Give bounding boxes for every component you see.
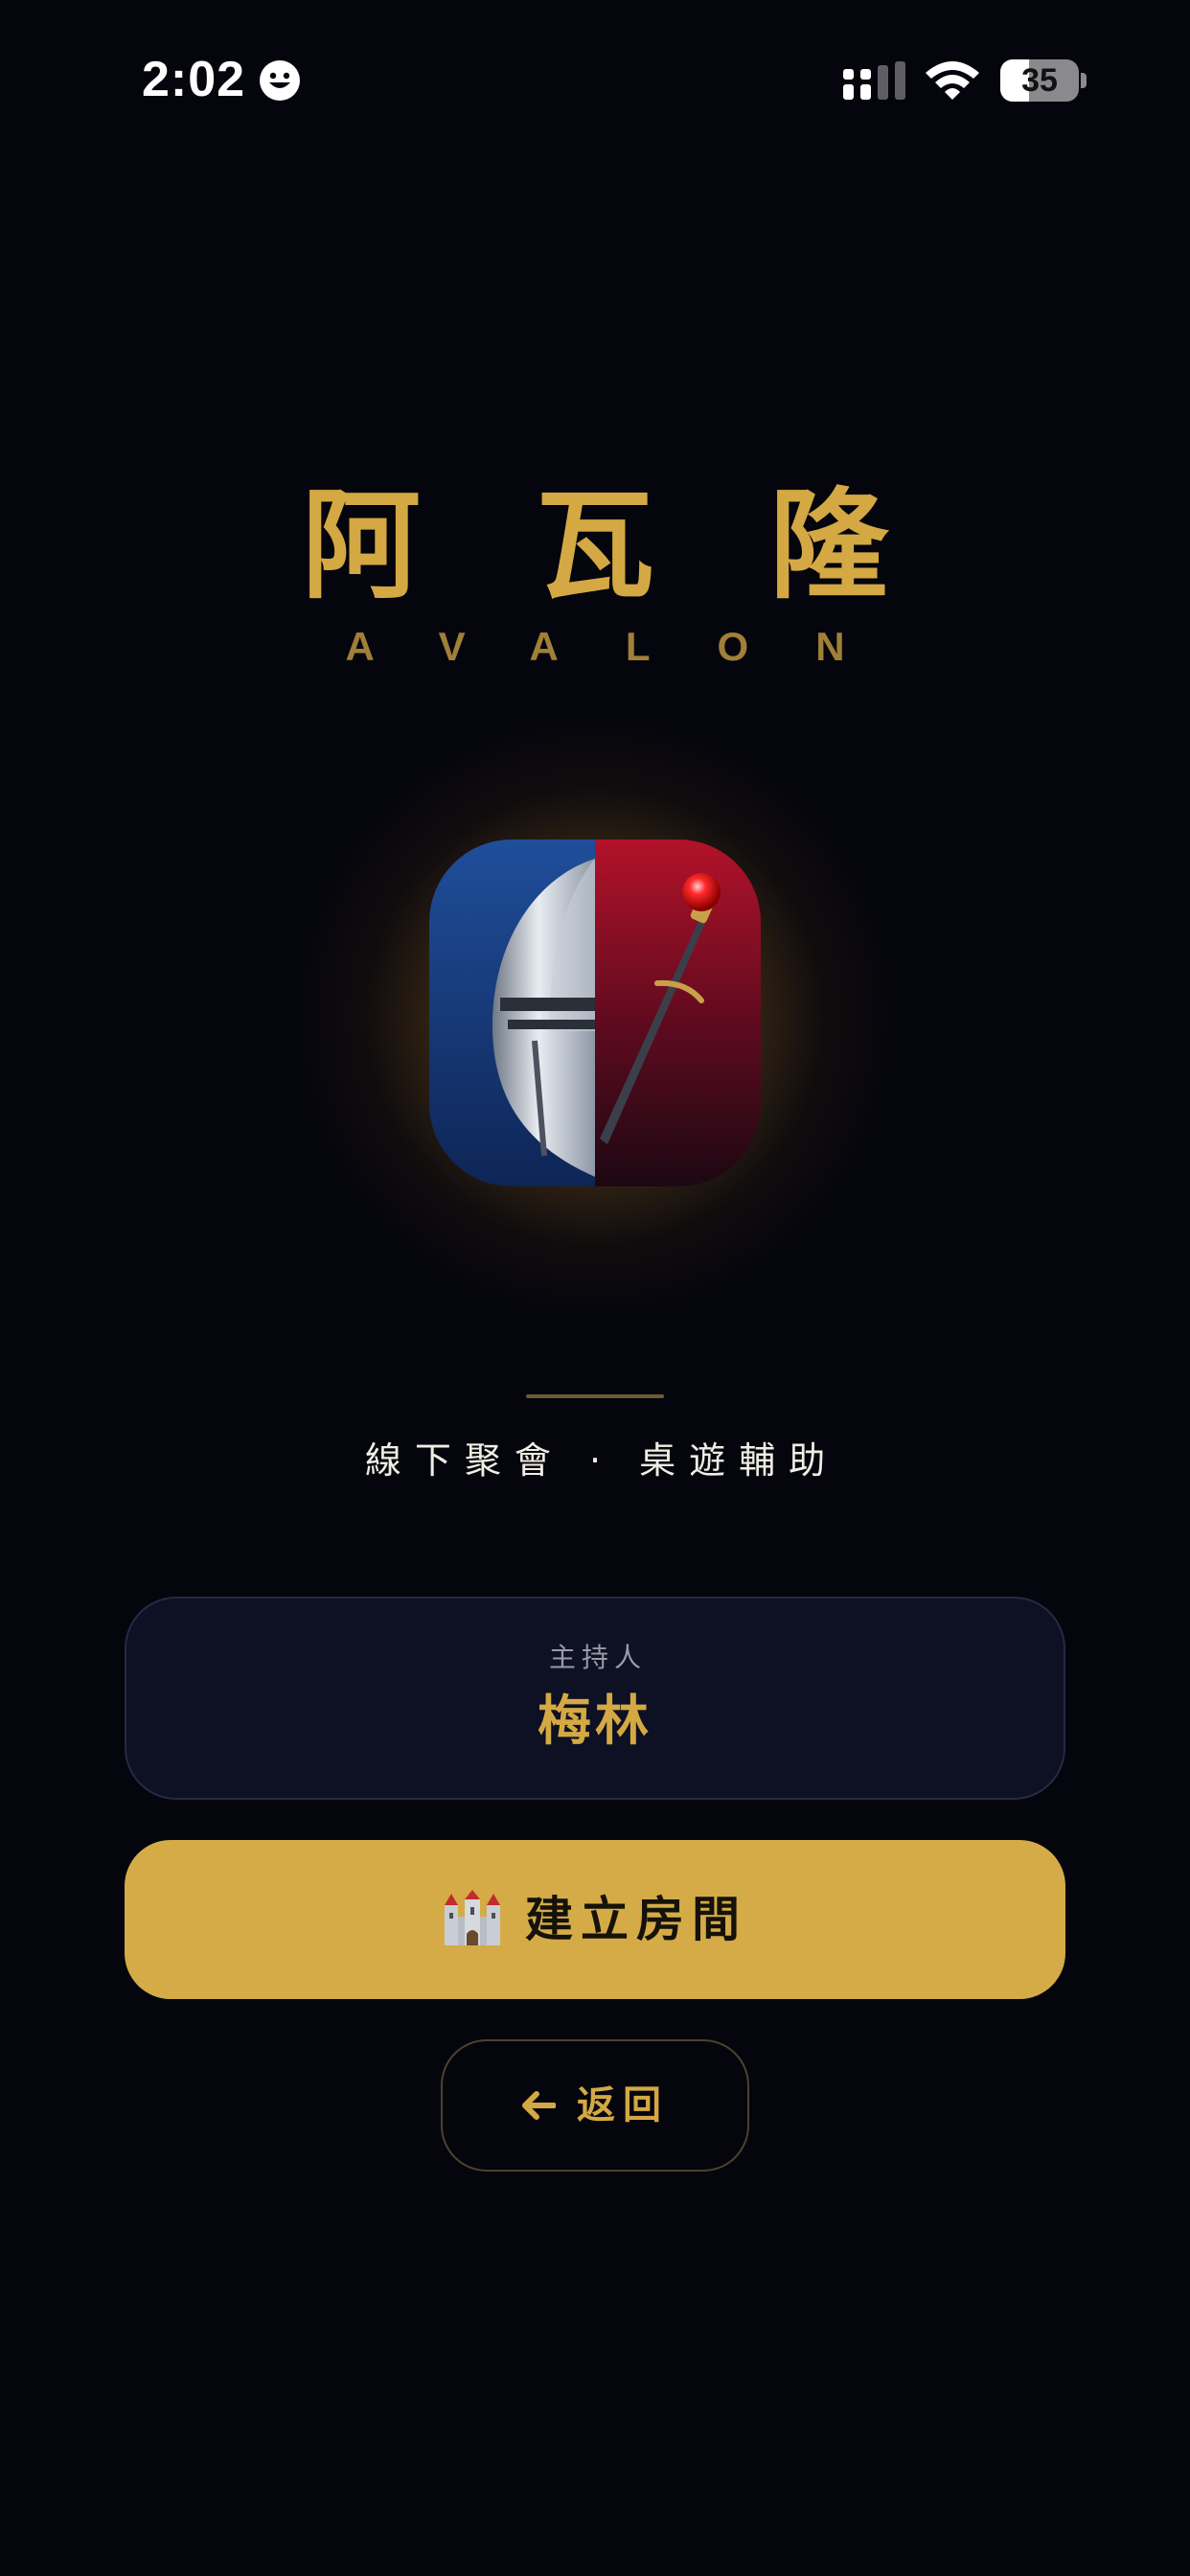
host-name: 梅林 [538,1690,652,1753]
create-room-label: 建立房間 [525,1893,747,1946]
knight-helmet-sword-emblem-icon [429,840,761,1186]
create-room-button[interactable]: 建立房間 [125,1840,1065,1999]
title-chinese: 阿瓦隆 [301,477,1003,615]
divider [526,1394,664,1398]
back-button[interactable]: 返回 [441,2039,749,2172]
host-label: 主持人 [548,1642,647,1673]
title-english: AVALON [345,624,912,669]
wifi-icon [926,61,979,100]
smiley-icon [260,60,300,101]
host-card: 主持人 梅林 [125,1597,1065,1800]
castle-icon [445,1890,500,1945]
cellular-signal-icon [843,61,905,100]
app-screen: 2:02 35 阿瓦隆 AVALON 線下聚會 · 桌遊輔助 主持人 梅林 建立… [0,0,1190,2576]
arrow-left-icon [522,2091,556,2120]
battery-level: 35 [1021,62,1058,99]
battery-cap [1081,73,1087,88]
battery-icon: 35 [1000,59,1079,102]
back-label: 返回 [577,2084,669,2127]
subtitle: 線下聚會 · 桌遊輔助 [364,1439,839,1482]
status-time: 2:02 [142,52,246,107]
